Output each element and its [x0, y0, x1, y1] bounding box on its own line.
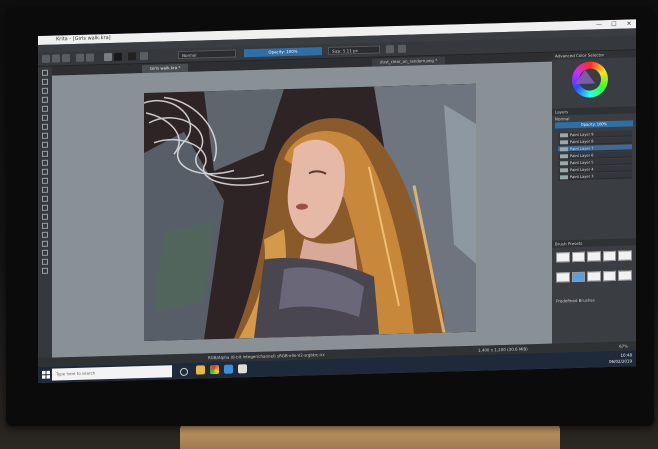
taskbar-search-input[interactable]: Type here to search [52, 365, 172, 381]
layers-blend-mode[interactable]: Normal [555, 116, 569, 121]
brush-presets-header: Brush Presets [552, 238, 636, 248]
brush-preset[interactable] [571, 251, 586, 263]
pattern-icon[interactable] [114, 52, 122, 61]
layers-header: Layers [552, 106, 636, 116]
size-slider[interactable]: Size: 5.11 px [328, 45, 380, 55]
brush-preset[interactable] [587, 251, 601, 262]
save-icon[interactable] [62, 54, 70, 63]
rectangle-tool-icon[interactable] [42, 105, 48, 112]
select-tool-icon[interactable] [42, 69, 48, 76]
brush-preset[interactable] [556, 272, 570, 283]
pan-tool-icon[interactable] [42, 267, 48, 274]
brush-preset[interactable] [602, 270, 617, 282]
brush-tag-label[interactable]: Predefined Brushes [556, 297, 595, 303]
open-document-icon[interactable] [52, 54, 60, 63]
minimize-button[interactable]: — [592, 20, 606, 29]
fill-tool-icon[interactable] [42, 195, 48, 202]
app-icon[interactable] [238, 364, 247, 374]
windows-start-icon[interactable] [42, 370, 50, 379]
brush-preset[interactable] [618, 250, 632, 261]
move-tool-icon[interactable] [42, 159, 48, 166]
ellipse-select-icon[interactable] [42, 231, 48, 238]
right-dock: Advanced Color Selector Layers Normal Op… [552, 50, 636, 353]
assistant-tool-icon[interactable] [42, 204, 48, 211]
window-title: Krita - [Girls walk.kra] [56, 34, 111, 43]
polygon-tool-icon[interactable] [42, 123, 48, 130]
zoom-level[interactable]: 67% [619, 342, 628, 351]
transform-tool-icon[interactable] [42, 150, 48, 157]
opacity-slider[interactable]: Opacity: 100% [244, 47, 322, 58]
wrap-icon[interactable] [398, 44, 406, 53]
redo-icon[interactable] [86, 53, 94, 62]
krita-icon[interactable] [224, 364, 233, 374]
lasso-select-icon[interactable] [42, 240, 48, 247]
measure-tool-icon[interactable] [42, 213, 48, 220]
toolbox [38, 66, 52, 367]
painting-canvas[interactable] [144, 83, 476, 342]
chrome-icon[interactable] [210, 364, 219, 375]
rect-select-icon[interactable] [42, 222, 48, 229]
color-triangle[interactable] [575, 69, 595, 85]
mirror-icon[interactable] [386, 45, 394, 54]
new-document-icon[interactable] [42, 54, 50, 63]
brush-preset-icon[interactable] [128, 52, 136, 61]
maximize-button[interactable]: ☐ [607, 20, 621, 29]
desk-edge [180, 425, 560, 449]
taskbar-clock[interactable]: 10:48 06/02/2019 [609, 352, 632, 365]
gradient-tool-icon[interactable] [42, 177, 48, 184]
brush-preset-selected[interactable] [571, 271, 586, 283]
freehand-tool-icon[interactable] [42, 141, 48, 148]
color-selector-header: Advanced Color Selector [552, 50, 636, 60]
crop-tool-icon[interactable] [42, 168, 48, 175]
blend-mode-select[interactable]: Normal [178, 49, 236, 60]
close-button[interactable]: ✕ [622, 19, 636, 28]
undo-icon[interactable] [76, 53, 84, 62]
layers-opacity-slider[interactable]: Opacity: 100% [555, 120, 633, 129]
brush-settings-icon[interactable] [140, 51, 148, 61]
zoom-tool-icon[interactable] [42, 258, 48, 265]
text-tool-icon[interactable] [42, 78, 48, 85]
brush-tool-icon[interactable] [42, 87, 48, 94]
magic-wand-icon[interactable] [42, 249, 48, 256]
cortana-icon[interactable] [180, 367, 188, 377]
brush-preset[interactable] [556, 252, 570, 263]
color-picker-icon[interactable] [42, 186, 48, 193]
path-tool-icon[interactable] [42, 132, 48, 139]
brush-preset[interactable] [587, 271, 601, 282]
portrait-painting [144, 83, 476, 342]
canvas-area[interactable] [52, 61, 552, 358]
ellipse-tool-icon[interactable] [42, 114, 48, 121]
line-tool-icon[interactable] [42, 96, 48, 103]
brush-preset-grid [556, 250, 632, 290]
brush-preset[interactable] [618, 270, 632, 281]
file-explorer-icon[interactable] [196, 365, 205, 375]
layer-row[interactable]: Paint Layer 3 [558, 172, 632, 181]
gradient-icon[interactable] [104, 52, 112, 62]
brush-preset[interactable] [602, 250, 617, 262]
monitor-screen: Krita - [Girls walk.kra] — ☐ ✕ File Edit… [38, 19, 636, 383]
